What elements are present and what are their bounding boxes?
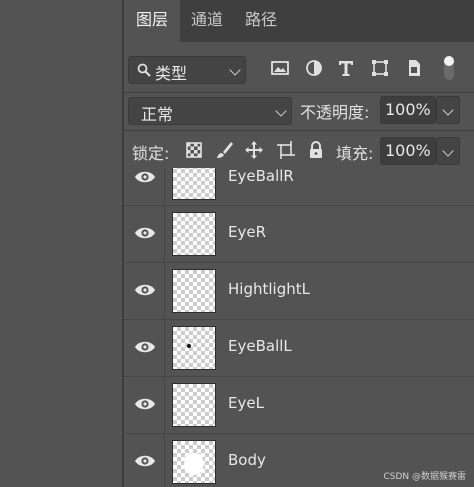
lock-transparent-pixels-icon[interactable]	[184, 140, 204, 160]
search-icon	[137, 63, 151, 77]
layers-panel: 图层 通道 路径 类型 正常 不透明度: 100% 锁定: 填充: 100% E…	[124, 0, 474, 487]
visibility-column	[124, 168, 165, 205]
filter-adjustment-layer-icon[interactable]	[304, 58, 324, 78]
visibility-column	[124, 377, 165, 433]
layer-thumbnail[interactable]	[172, 212, 216, 256]
lock-label: 锁定:	[132, 144, 170, 163]
visibility-column	[124, 320, 165, 376]
layer-row-eyeballr[interactable]: EyeBallR	[124, 168, 474, 206]
blend-mode-value: 正常	[141, 105, 174, 124]
chevron-down-icon	[275, 105, 287, 117]
section-divider	[124, 92, 474, 93]
eye-visibility-icon[interactable]	[134, 397, 156, 411]
filter-toggle-switch[interactable]	[442, 54, 456, 82]
filter-kind-label: 类型	[155, 64, 188, 83]
layer-name[interactable]: EyeBallL	[228, 337, 292, 355]
layer-row-eyer[interactable]: EyeR	[124, 206, 474, 263]
chevron-down-icon	[229, 64, 241, 76]
filter-pixel-layer-icon[interactable]	[270, 58, 290, 78]
opacity-dropdown-button[interactable]	[436, 96, 460, 124]
layer-thumbnail[interactable]	[172, 269, 216, 313]
lock-artboard-icon[interactable]	[276, 140, 296, 160]
eye-visibility-icon[interactable]	[134, 454, 156, 468]
fill-dropdown-button[interactable]	[436, 137, 460, 165]
section-divider	[124, 130, 474, 131]
filter-kind-select[interactable]: 类型	[128, 56, 246, 84]
layer-name[interactable]: EyeL	[228, 394, 264, 412]
layer-thumbnail[interactable]	[172, 383, 216, 427]
layer-row-eyel[interactable]: EyeL	[124, 377, 474, 434]
fill-label: 填充:	[336, 144, 374, 163]
tab-paths[interactable]: 路径	[234, 0, 288, 42]
opacity-value: 100%	[385, 100, 431, 119]
layer-name[interactable]: Body	[228, 451, 266, 469]
filter-type-layer-icon[interactable]	[336, 58, 356, 78]
body-shape-preview	[184, 453, 204, 476]
lock-position-move-icon[interactable]	[244, 140, 264, 160]
tab-layers[interactable]: 图层	[124, 0, 180, 42]
layer-row-eyeballl[interactable]: EyeBallL	[124, 320, 474, 377]
opacity-input[interactable]: 100%	[380, 96, 436, 124]
visibility-column	[124, 206, 165, 262]
eye-visibility-icon[interactable]	[134, 170, 156, 184]
panel-tab-bar: 图层 通道 路径	[124, 0, 474, 42]
pupil-dot-preview	[187, 344, 191, 348]
layer-name[interactable]: EyeR	[228, 223, 266, 241]
tab-channels[interactable]: 通道	[180, 0, 234, 42]
opacity-label: 不透明度:	[300, 103, 370, 122]
layer-row-hightlightl[interactable]: HightlightL	[124, 263, 474, 320]
layer-name[interactable]: EyeBallR	[228, 168, 294, 185]
layer-thumbnail[interactable]	[172, 440, 216, 484]
layer-name[interactable]: HightlightL	[228, 280, 310, 298]
eye-visibility-icon[interactable]	[134, 226, 156, 240]
eye-visibility-icon[interactable]	[134, 283, 156, 297]
fill-value: 100%	[385, 141, 431, 160]
left-canvas-area	[0, 0, 122, 487]
visibility-column	[124, 263, 165, 319]
lock-all-icon[interactable]	[306, 140, 326, 160]
layer-list: EyeBallR EyeR HightlightL EyeBallL EyeL …	[124, 168, 474, 487]
eye-visibility-icon[interactable]	[134, 340, 156, 354]
watermark-text: CSDN @数据猴赛雷	[383, 472, 466, 482]
layer-thumbnail[interactable]	[172, 168, 216, 200]
blend-mode-select[interactable]: 正常	[128, 97, 292, 125]
filter-shape-layer-icon[interactable]	[370, 58, 390, 78]
chevron-down-icon	[442, 104, 454, 116]
filter-smart-object-icon[interactable]	[404, 58, 424, 78]
lock-image-pixels-brush-icon[interactable]	[214, 140, 234, 160]
layer-thumbnail[interactable]	[172, 326, 216, 370]
fill-input[interactable]: 100%	[380, 137, 436, 165]
visibility-column	[124, 434, 165, 487]
chevron-down-icon	[442, 145, 454, 157]
